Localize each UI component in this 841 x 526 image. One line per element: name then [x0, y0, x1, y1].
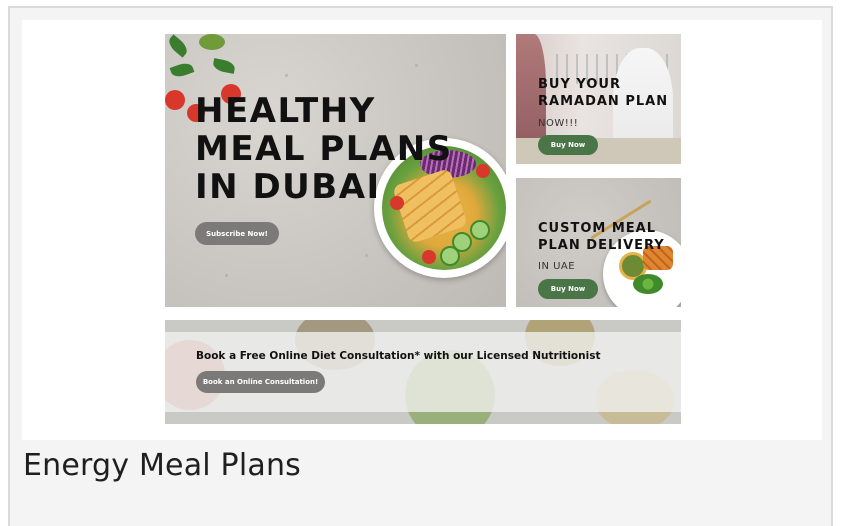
hero-title: HEALTHY MEAL PLANS IN DUBAI	[195, 91, 453, 207]
custom-meal-subtitle: IN UAE	[538, 261, 576, 272]
hero-banner: HEALTHY MEAL PLANS IN DUBAI Subscribe No…	[165, 34, 506, 307]
ramadan-subtitle: NOW!!!	[538, 118, 579, 129]
custom-buy-now-button[interactable]: Buy Now	[538, 279, 598, 299]
result-card[interactable]: HEALTHY MEAL PLANS IN DUBAI Subscribe No…	[8, 6, 833, 526]
subscribe-now-button[interactable]: Subscribe Now!	[195, 222, 279, 245]
basil-leaf-icon	[165, 34, 191, 58]
result-caption[interactable]: Energy Meal Plans	[23, 448, 301, 483]
consultation-text: Book a Free Online Diet Consultation* wi…	[196, 350, 601, 362]
ramadan-plan-banner: BUY YOUR RAMADAN PLAN NOW!!! Buy Now	[516, 34, 681, 164]
basil-leaf-icon	[169, 60, 195, 80]
book-consultation-button[interactable]: Book an Online Consultation!	[196, 371, 325, 393]
basil-leaf-icon	[212, 58, 236, 74]
website-preview[interactable]: HEALTHY MEAL PLANS IN DUBAI Subscribe No…	[22, 20, 822, 440]
consultation-banner: Book a Free Online Diet Consultation* wi…	[165, 320, 681, 424]
tomato-icon	[165, 90, 185, 110]
broccoli-icon	[199, 34, 225, 50]
ramadan-title: BUY YOUR RAMADAN PLAN	[538, 77, 669, 109]
ramadan-buy-now-button[interactable]: Buy Now	[538, 135, 598, 155]
custom-meal-plan-banner: CUSTOM MEAL PLAN DELIVERY IN UAE Buy Now	[516, 178, 681, 307]
custom-meal-title: CUSTOM MEAL PLAN DELIVERY	[538, 221, 665, 253]
